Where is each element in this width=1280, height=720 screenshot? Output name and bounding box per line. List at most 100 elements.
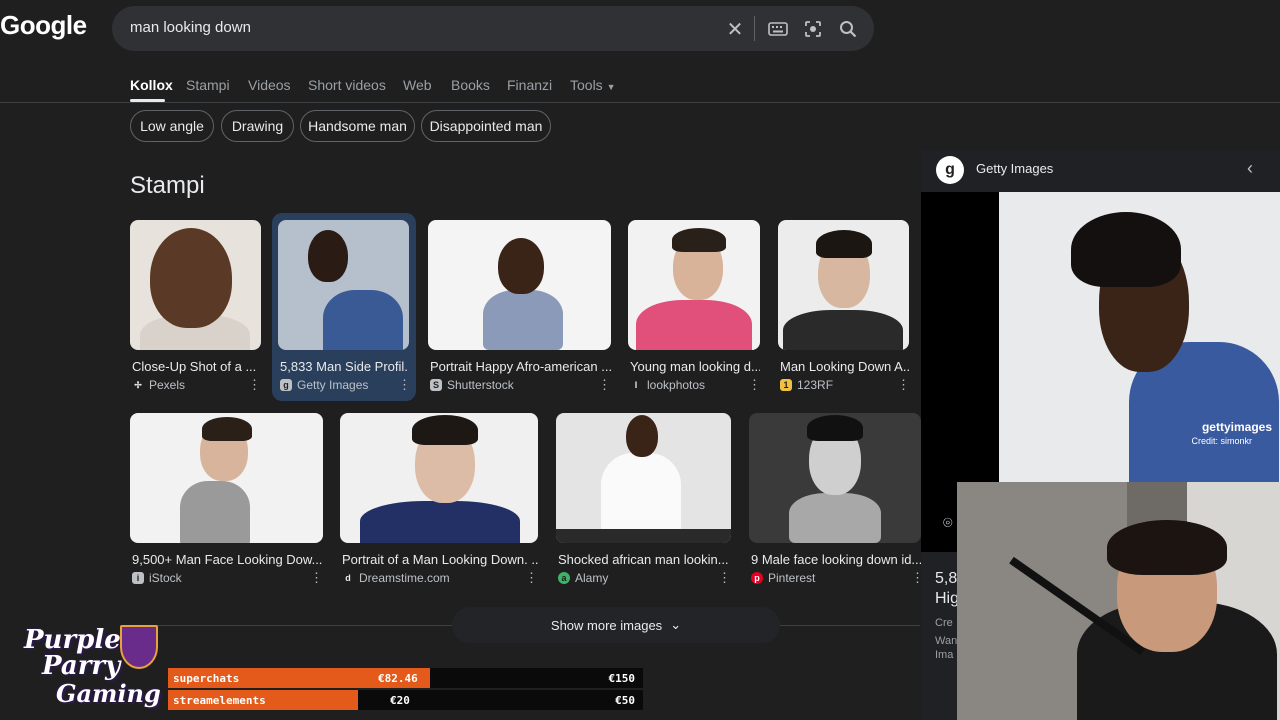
more-options-icon[interactable]: ⋮ — [310, 570, 323, 586]
image-source[interactable]: 1 123RF — [780, 378, 833, 392]
preview-line-a: Cre — [935, 617, 953, 629]
image-result-selected[interactable]: 5,833 Man Side Profil... g Getty Images ⋮ — [278, 220, 411, 395]
lens-search-icon[interactable]: ⌾ — [943, 515, 953, 533]
image-source[interactable]: d Dreamstime.com — [342, 571, 450, 585]
credit-text: Credit: simonkr — [1191, 436, 1252, 446]
source-label: Getty Images — [297, 378, 369, 392]
search-divider — [754, 16, 755, 41]
dreamstime-icon: d — [345, 573, 351, 583]
image-thumbnail[interactable] — [628, 220, 760, 350]
image-source[interactable]: a Alamy — [558, 571, 608, 585]
image-thumbnail[interactable] — [340, 413, 538, 543]
image-result[interactable]: Shocked african man lookin... a Alamy ⋮ — [556, 413, 731, 588]
more-options-icon[interactable]: ⋮ — [897, 377, 910, 393]
streamelements-goal: €50 — [615, 693, 635, 707]
tab-finanzi[interactable]: Finanzi — [507, 77, 552, 93]
superchats-label: superchats — [173, 671, 240, 685]
image-title[interactable]: Shocked african man lookin... — [558, 552, 728, 567]
chip-low-angle[interactable]: Low angle — [130, 110, 214, 142]
tab-books[interactable]: Books — [451, 77, 490, 93]
search-icon[interactable] — [835, 16, 861, 42]
image-source[interactable]: ✢ Pexels — [132, 378, 185, 392]
tab-tools[interactable]: Tools ▼ — [570, 77, 616, 93]
image-result[interactable]: Portrait of a Man Looking Down. ... d Dre… — [340, 413, 538, 588]
more-options-icon[interactable]: ⋮ — [248, 377, 261, 393]
image-result[interactable]: Young man looking d... l lookphotos ⋮ — [628, 220, 761, 395]
source-label: Alamy — [575, 571, 609, 585]
keyboard-icon[interactable] — [765, 16, 791, 42]
chip-disappointed-man[interactable]: Disappointed man — [421, 110, 551, 142]
source-label: 123RF — [797, 378, 834, 392]
chip-handsome-man[interactable]: Handsome man — [300, 110, 415, 142]
image-title[interactable]: 9,500+ Man Face Looking Dow... — [132, 552, 322, 567]
chip-drawing[interactable]: Drawing — [221, 110, 294, 142]
image-thumbnail[interactable] — [556, 413, 731, 543]
preview-source-title[interactable]: Getty Images — [976, 161, 1053, 176]
image-source[interactable]: p Pinterest — [751, 571, 815, 585]
image-source[interactable]: S Shutterstock — [430, 378, 514, 392]
more-options-icon[interactable]: ⋮ — [525, 570, 538, 586]
superchats-bar: superchats €82.46 €150 — [168, 668, 643, 688]
tab-short-videos[interactable]: Short videos — [308, 77, 386, 93]
image-result[interactable]: Close-Up Shot of a ... ✢ Pexels ⋮ — [130, 220, 261, 395]
source-label: Dreamstime.com — [359, 571, 450, 585]
image-result[interactable]: Man Looking Down A... 1 123RF ⋮ — [778, 220, 910, 395]
image-thumbnail[interactable] — [749, 413, 921, 543]
search-input[interactable]: man looking down — [130, 19, 251, 36]
shutterstock-icon: S — [430, 379, 442, 391]
streamelements-amount: €20 — [390, 693, 410, 707]
lookphotos-icon: l — [634, 380, 638, 390]
pexels-icon: ✢ — [134, 379, 142, 390]
image-title[interactable]: Young man looking d... — [630, 359, 760, 374]
image-title[interactable]: Portrait Happy Afro-american ... — [430, 359, 611, 374]
more-options-icon[interactable]: ⋮ — [398, 377, 411, 393]
tab-web[interactable]: Web — [403, 77, 432, 93]
show-more-images-button[interactable]: Show more images ⌄ — [452, 607, 780, 643]
superchats-amount: €82.46 — [378, 671, 418, 685]
source-label: Pexels — [149, 378, 186, 392]
image-title[interactable]: Portrait of a Man Looking Down. ... — [342, 552, 538, 567]
image-thumbnail[interactable] — [130, 413, 323, 543]
image-title[interactable]: 9 Male face looking down id... — [751, 552, 921, 567]
image-result[interactable]: 9 Male face looking down id... p Pinteres… — [749, 413, 924, 588]
image-thumbnail[interactable] — [778, 220, 909, 350]
image-title[interactable]: Close-Up Shot of a ... — [132, 359, 260, 374]
image-thumbnail[interactable] — [428, 220, 611, 350]
pinterest-icon: p — [751, 572, 763, 584]
image-title[interactable]: 5,833 Man Side Profil... — [280, 359, 408, 374]
google-logo[interactable]: Google — [0, 10, 87, 41]
more-options-icon[interactable]: ⋮ — [598, 377, 611, 393]
tab-videos[interactable]: Videos — [248, 77, 291, 93]
streamelements-bar: streamelements €20 €50 — [168, 690, 643, 710]
getty-logo-icon: g — [936, 156, 964, 184]
image-thumbnail[interactable] — [278, 220, 409, 350]
image-source[interactable]: i iStock — [132, 571, 182, 585]
streamelements-label: streamelements — [173, 693, 266, 707]
getty-icon: g — [280, 379, 292, 391]
brand-line-2: Parry — [42, 651, 121, 681]
tab-kollox[interactable]: Kollox — [130, 77, 173, 93]
source-label: Pinterest — [768, 571, 816, 585]
search-bar[interactable]: man looking down ✕ — [112, 6, 874, 51]
123rf-icon: 1 — [780, 379, 792, 391]
more-options-icon[interactable]: ⋮ — [718, 570, 731, 586]
watermark: gettyimages — [1201, 420, 1272, 434]
close-icon[interactable]: ✕ — [722, 16, 748, 42]
preview-title-fragment: 5,8 — [935, 570, 958, 587]
lens-icon[interactable] — [800, 16, 826, 42]
tab-stampi[interactable]: Stampi — [186, 77, 230, 93]
preview-image[interactable]: gettyimages Credit: simonkr — [999, 192, 1280, 482]
superchats-goal: €150 — [608, 671, 636, 685]
tabs-divider — [0, 102, 1280, 103]
image-title[interactable]: Man Looking Down A... — [780, 359, 909, 374]
chevron-left-icon[interactable]: ‹ — [1247, 158, 1253, 179]
preview-line-c: Ima — [935, 649, 954, 661]
image-source[interactable]: g Getty Images — [280, 378, 368, 392]
image-result[interactable]: 9,500+ Man Face Looking Dow... i iStock ⋮ — [130, 413, 323, 588]
section-title: Stampi — [130, 172, 205, 199]
more-options-icon[interactable]: ⋮ — [748, 377, 761, 393]
image-result[interactable]: Portrait Happy Afro-american ... S Shutte… — [428, 220, 611, 395]
preview-title-fragment-2: Hig — [935, 590, 960, 607]
image-source[interactable]: l lookphotos — [630, 378, 705, 392]
image-thumbnail[interactable] — [130, 220, 261, 350]
